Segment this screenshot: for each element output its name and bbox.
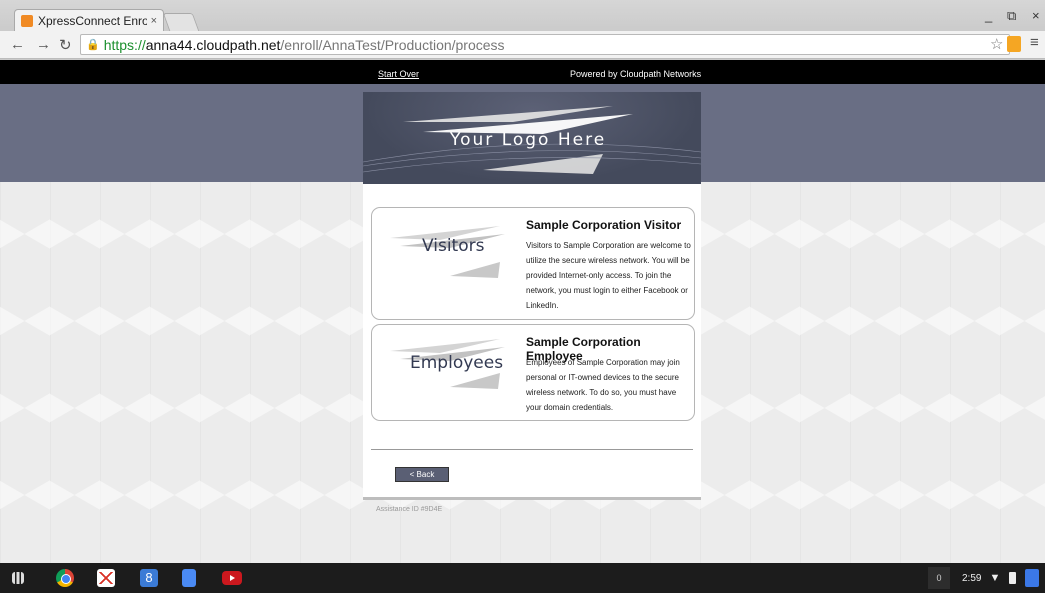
forward-arrow-icon[interactable]: → [36,36,51,53]
app-launcher-icon[interactable] [12,572,24,584]
tab-title: XpressConnect Enrollme [38,14,147,28]
url-host: anna44.cloudpath.net [145,36,281,53]
minimize-button[interactable]: _ [985,8,992,23]
address-bar[interactable]: 🔒 https:// anna44.cloudpath.net /enroll/… [80,34,1010,55]
browser-tab-strip: XpressConnect Enrollme × _ ⧉ × [0,0,1045,32]
gmail-app-icon[interactable] [97,569,115,587]
chrome-menu-icon[interactable]: ≡ [1030,34,1039,51]
wifi-icon[interactable]: ▼ [989,572,1000,584]
visitor-option-card[interactable]: Visitors Sample Corporation Visitor Visi… [371,207,695,320]
new-tab-button[interactable] [162,13,200,31]
enrollment-panel: Your Logo Here Visitors Sample Corporati… [363,92,701,500]
visitors-art-label: Visitors [422,236,485,256]
employee-option-description: Employees of Sample Corporation may join… [526,358,680,412]
reload-icon[interactable]: ↻ [59,36,72,54]
tab-close-icon[interactable]: × [151,15,157,27]
visitor-option-description: Visitors to Sample Corporation are welco… [526,241,691,310]
clock[interactable]: 2:59 [962,573,981,584]
browser-toolbar: ← → ↻ 🔒 https:// anna44.cloudpath.net /e… [0,31,1045,59]
favicon-icon [21,15,33,27]
user-avatar[interactable] [1025,569,1040,587]
restore-button[interactable]: ⧉ [1007,8,1016,24]
browser-tab[interactable]: XpressConnect Enrollme × [14,9,164,32]
visitor-option-title: Sample Corporation Visitor [526,218,682,232]
url-path: /enroll/AnnaTest/Production/process [280,36,505,53]
chrome-app-icon[interactable] [56,569,74,587]
bookmark-star-icon[interactable]: ☆ [990,35,1003,53]
close-window-button[interactable]: × [1032,8,1040,23]
employees-art-label: Employees [410,353,504,373]
employees-swoosh-art [390,339,505,389]
logo-banner: Your Logo Here [363,92,701,184]
os-taskbar: 8 0 2:59 ▼ [0,563,1045,593]
back-button[interactable]: < Back [395,467,449,482]
notification-count[interactable]: 0 [928,567,950,589]
extension-icon[interactable] [1007,36,1021,52]
top-nav-bar: Start Over Powered by Cloudpath Networks [0,60,1045,84]
employee-option-card[interactable]: Employees Sample Corporation Employee Em… [371,324,695,421]
start-over-link[interactable]: Start Over [378,69,419,79]
google-search-app-icon[interactable]: 8 [140,569,158,587]
divider [371,449,693,450]
logo-text: Your Logo Here [450,130,607,150]
assistance-id: Assistance ID #9D4E [376,506,443,513]
url-scheme: https:// [103,36,146,53]
page-content: Start Over Powered by Cloudpath Networks… [0,60,1045,563]
powered-by-text: Powered by Cloudpath Networks [570,69,702,79]
docs-app-icon[interactable] [182,569,196,587]
lock-icon: 🔒 [86,39,100,51]
battery-icon[interactable] [1009,572,1017,584]
back-arrow-icon[interactable]: ← [10,36,25,53]
youtube-app-icon[interactable] [222,571,242,585]
visitors-swoosh-art [390,226,505,278]
system-tray[interactable]: 0 2:59 ▼ [928,563,1040,593]
